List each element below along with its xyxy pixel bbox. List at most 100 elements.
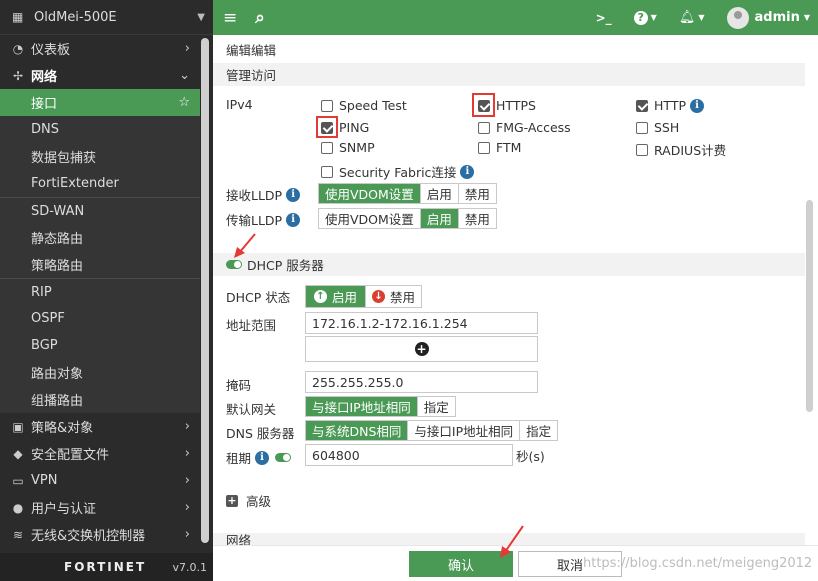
dns-same-as-interface[interactable]: 与接口IP地址相同 bbox=[407, 421, 520, 440]
help-icon: ? bbox=[633, 10, 648, 25]
sidebar-item-label: OSPF bbox=[31, 311, 65, 326]
checkbox-speed-test[interactable]: Speed Test bbox=[321, 98, 407, 113]
device-name: OldMei-500E bbox=[34, 9, 117, 25]
transmit-lldp-selector[interactable]: 使用VDOM设置 启用 禁用 bbox=[318, 208, 497, 229]
add-range-button[interactable]: + bbox=[305, 336, 538, 362]
dns-selector[interactable]: 与系统DNS相同 与接口IP地址相同 指定 bbox=[305, 420, 559, 441]
checkbox-box[interactable] bbox=[636, 99, 648, 112]
sidebar-item-label: 仪表板 bbox=[31, 43, 71, 58]
lease-unit: 秒(s) bbox=[516, 449, 545, 464]
sidebar-scrollbar[interactable] bbox=[201, 38, 209, 543]
dashboard-icon: ◔ bbox=[12, 41, 24, 56]
vpn-icon: ▭ bbox=[12, 473, 24, 488]
checkbox-box[interactable] bbox=[321, 165, 333, 178]
receive-lldp-disable[interactable]: 禁用 bbox=[457, 184, 496, 203]
sidebar-scrollbar-thumb[interactable] bbox=[201, 38, 209, 543]
nav-list: ◔ 仪表板 › ✢ 网络 ⌄ 接口 ☆ DNS 数据包捕获 FortiExtender SD-WAN 静… bbox=[0, 35, 200, 548]
device-selector[interactable]: ▦ OldMei-500E ▼ bbox=[0, 0, 213, 35]
checkbox-snmp[interactable]: SNMP bbox=[321, 140, 375, 155]
sidebar-item-6[interactable]: SD-WAN bbox=[0, 197, 200, 224]
sidebar-item-11[interactable]: BGP bbox=[0, 332, 200, 359]
gateway-same-as-interface[interactable]: 与接口IP地址相同 bbox=[306, 397, 417, 416]
checkbox-box[interactable] bbox=[636, 143, 648, 156]
checkbox-box[interactable] bbox=[478, 141, 490, 154]
info-icon[interactable]: i bbox=[690, 98, 704, 113]
search-icon[interactable]: ⌕ bbox=[255, 8, 265, 28]
sidebar-item-10[interactable]: OSPF bbox=[0, 305, 200, 332]
star-icon[interactable]: ☆ bbox=[178, 95, 190, 110]
info-icon[interactable]: i bbox=[286, 187, 301, 202]
advanced-toggle[interactable]: + 高级 bbox=[226, 491, 271, 510]
sidebar-item-15[interactable]: ◆ 安全配置文件 › bbox=[0, 440, 200, 467]
sidebar-item-4[interactable]: 数据包捕获 bbox=[0, 143, 200, 170]
user-name: admin bbox=[754, 10, 800, 25]
sidebar-item-label: 安全配置文件 bbox=[31, 448, 110, 463]
sidebar-item-label: RIP bbox=[31, 284, 52, 300]
checkbox-box[interactable] bbox=[478, 121, 490, 134]
sidebar-item-label: 组播路由 bbox=[31, 394, 84, 409]
netmask-input[interactable]: 255.255.255.0 bbox=[305, 371, 538, 393]
address-range-label: 地址范围 bbox=[226, 318, 277, 333]
receive-lldp-use-vdom[interactable]: 使用VDOM设置 bbox=[319, 184, 420, 203]
lease-input[interactable]: 604800 bbox=[305, 444, 513, 466]
transmit-lldp-use-vdom[interactable]: 使用VDOM设置 bbox=[319, 209, 420, 228]
transmit-lldp-enable[interactable]: 启用 bbox=[419, 209, 458, 228]
sidebar-item-5[interactable]: FortiExtender bbox=[0, 170, 200, 197]
chevron-right-icon: › bbox=[184, 41, 190, 56]
receive-lldp-enable[interactable]: 启用 bbox=[419, 184, 458, 203]
sidebar-item-2[interactable]: 接口 ☆ bbox=[0, 89, 200, 116]
sidebar-item-0[interactable]: ◔ 仪表板 › bbox=[0, 35, 200, 62]
gateway-specify[interactable]: 指定 bbox=[416, 397, 455, 416]
checkbox-radius[interactable]: RADIUS计费 bbox=[636, 140, 726, 159]
checkbox-box[interactable] bbox=[321, 99, 333, 112]
dhcp-status-selector[interactable]: ↑ 启用 ↓ 禁用 bbox=[305, 285, 423, 308]
checkbox-http[interactable]: HTTP i bbox=[636, 98, 704, 113]
checkbox-box[interactable] bbox=[321, 141, 333, 154]
lease-toggle[interactable] bbox=[275, 453, 292, 462]
sidebar-item-label: FortiExtender bbox=[31, 176, 119, 191]
receive-lldp-selector[interactable]: 使用VDOM设置 启用 禁用 bbox=[318, 183, 497, 204]
cli-icon[interactable]: >_ bbox=[596, 11, 612, 25]
sidebar-item-1[interactable]: ✢ 网络 ⌄ bbox=[0, 62, 200, 89]
sidebar-item-17[interactable]: ● 用户与认证 › bbox=[0, 494, 200, 521]
gateway-selector[interactable]: 与接口IP地址相同 指定 bbox=[305, 396, 456, 417]
checkbox-ftm[interactable]: FTM bbox=[478, 140, 521, 155]
sidebar-item-label: 策略&对象 bbox=[31, 421, 94, 436]
address-range-input[interactable]: 172.16.1.2-172.16.1.254 bbox=[305, 312, 538, 334]
sidebar-item-7[interactable]: 静态路由 bbox=[0, 224, 200, 251]
dns-same-as-system[interactable]: 与系统DNS相同 bbox=[306, 421, 408, 440]
sidebar-item-13[interactable]: 组播路由 bbox=[0, 386, 200, 413]
dhcp-status-disable[interactable]: ↓ 禁用 bbox=[365, 286, 422, 307]
user-menu[interactable]: admin ▼ bbox=[726, 6, 810, 29]
sidebar-item-12[interactable]: 路由对象 bbox=[0, 359, 200, 386]
dhcp-status-enable[interactable]: ↑ 启用 bbox=[306, 286, 366, 307]
checkbox-fmg-access[interactable]: FMG-Access bbox=[478, 120, 571, 135]
top-bar: ≡ ⌕ >_ ? ▼ 🔔︎ ▼ admin ▼ bbox=[213, 0, 818, 35]
sidebar-item-8[interactable]: 策略路由 bbox=[0, 251, 200, 278]
chevron-right-icon: › bbox=[184, 473, 190, 488]
sidebar-item-label: 策略路由 bbox=[31, 259, 84, 274]
caret-down-icon: ▼ bbox=[650, 13, 657, 22]
notifications-menu[interactable]: 🔔︎ ▼ bbox=[679, 10, 705, 25]
netmask-label: 掩码 bbox=[226, 378, 252, 393]
info-icon[interactable]: i bbox=[255, 450, 270, 465]
checkbox-security-fabric[interactable]: Security Fabric连接 i bbox=[321, 162, 475, 181]
main-scrollbar[interactable] bbox=[806, 200, 813, 412]
dns-specify[interactable]: 指定 bbox=[519, 421, 558, 440]
sidebar-item-9[interactable]: RIP bbox=[0, 278, 200, 305]
avatar bbox=[726, 6, 749, 29]
plus-circle-icon: + bbox=[414, 342, 429, 356]
info-icon[interactable]: i bbox=[286, 212, 301, 227]
lease-label: 租期 i bbox=[226, 448, 292, 467]
info-icon[interactable]: i bbox=[460, 164, 475, 179]
dhcp-server-toggle[interactable] bbox=[226, 260, 242, 269]
checkbox-box[interactable] bbox=[636, 121, 648, 134]
menu-icon[interactable]: ≡ bbox=[223, 8, 237, 28]
help-menu[interactable]: ? ▼ bbox=[633, 10, 657, 25]
sidebar-item-3[interactable]: DNS bbox=[0, 116, 200, 143]
sidebar-item-14[interactable]: ▣ 策略&对象 › bbox=[0, 413, 200, 440]
sidebar-item-16[interactable]: ▭ VPN › bbox=[0, 467, 200, 494]
transmit-lldp-disable[interactable]: 禁用 bbox=[457, 209, 496, 228]
checkbox-ssh[interactable]: SSH bbox=[636, 120, 679, 135]
sidebar-item-18[interactable]: ≋ 无线&交换机控制器 › bbox=[0, 521, 200, 548]
